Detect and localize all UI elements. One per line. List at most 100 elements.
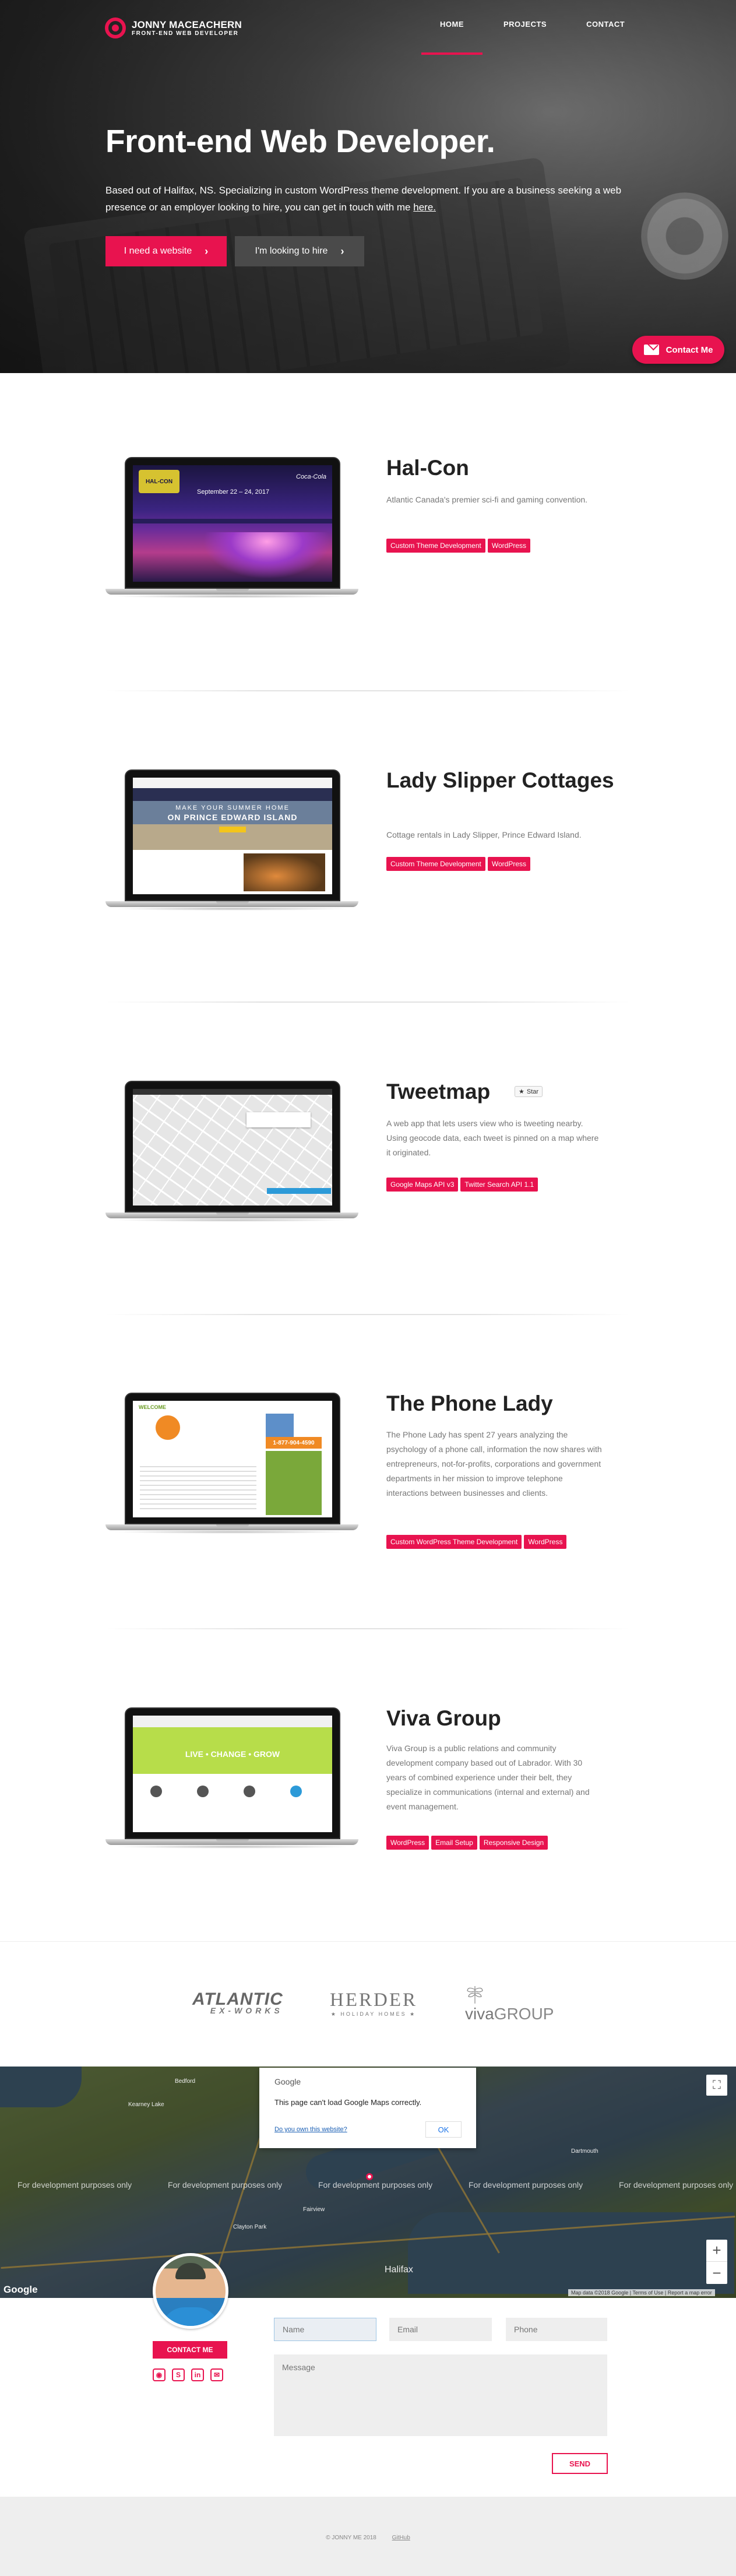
tag[interactable]: WordPress [386,1836,429,1850]
nav-home[interactable]: HOME [421,20,483,55]
place-label: Bedford [175,2078,196,2085]
fullscreen-button[interactable]: ⛶ [706,2075,727,2096]
project-tags: Custom WordPress Theme Development WordP… [386,1535,569,1549]
tag[interactable]: Custom Theme Development [386,857,485,871]
project-title: The Phone Lady [386,1391,553,1415]
dev-watermark: For development purposes only [168,2180,283,2190]
send-button[interactable]: SEND [552,2453,608,2474]
halcon-date: September 22 – 24, 2017 [197,489,270,495]
tag[interactable]: WordPress [487,857,530,871]
message-field[interactable] [274,2354,607,2436]
phone-brand: WELCOME [139,1404,166,1410]
nav-projects[interactable]: PROJECTS [503,20,547,29]
lady-slipper-screenshot: MAKE YOUR SUMMER HOME ON PRINCE EDWARD I… [133,778,332,894]
dragonfly-icon [467,1986,483,2004]
map-pin-icon[interactable] [366,2173,373,2180]
zoom-out-button[interactable]: − [706,2262,727,2284]
envelope-icon [643,345,659,355]
skype-icon[interactable]: S [172,2368,185,2381]
contact-fab-label: Contact Me [665,345,713,355]
site-footer: © JONNY ME 2018 GitHub [0,2497,736,2576]
email-icon[interactable]: ✉ [210,2368,223,2381]
hero-title: Front-end Web Developer. [105,123,495,159]
copyright: © JONNY ME 2018 [326,2535,376,2541]
need-website-button[interactable]: I need a website › [105,236,227,266]
map-dialog-message: This page can't load Google Maps correct… [274,2098,422,2107]
zoom-in-button[interactable]: + [706,2240,727,2262]
project-description: Viva Group is a public relations and com… [386,1744,590,1811]
contact-me-button[interactable]: CONTACT ME [153,2341,227,2359]
nav-contact[interactable]: CONTACT [586,20,625,29]
project-laptop-mockup[interactable]: WELCOME 1-877-904-4590 [105,1393,358,1534]
name-field[interactable] [274,2318,376,2341]
project-laptop-mockup[interactable]: LIVE • CHANGE • GROW [105,1707,358,1848]
hero-lead-link[interactable]: here. [413,202,436,213]
site-logo[interactable]: JONNY MACEACHERN FRONT-END WEB DEVELOPER [105,17,242,38]
github-star-button[interactable]: ★ Star [515,1086,543,1097]
project-title: Viva Group [386,1706,501,1730]
dev-watermark: For development purposes only [619,2180,734,2190]
map-error-dialog: Google This page can't load Google Maps … [259,2068,476,2148]
email-field[interactable] [389,2318,492,2341]
client-herder-sub: ★ HOLIDAY HOMES ★ [330,2011,417,2017]
dev-watermark: For development purposes only [469,2180,583,2190]
footer-text: © JONNY ME 2018 GitHub [0,2535,736,2541]
hero-lead-text: Based out of Halifax, NS. Specializing i… [105,185,622,213]
section-divider [105,1001,630,1003]
star-label: Star [526,1088,539,1095]
github-icon[interactable]: ◉ [153,2368,165,2381]
place-label: Clayton Park [233,2224,267,2230]
halcon-sponsor: Coca-Cola [296,473,326,480]
brand-tagline: FRONT-END WEB DEVELOPER [132,30,239,37]
section-divider [105,1314,630,1315]
project-tags: Custom Theme Development WordPress [386,857,533,871]
place-label: Halifax [385,2265,413,2275]
map-dialog-ok-button[interactable]: OK [425,2121,462,2138]
hero-lead: Based out of Halifax, NS. Specializing i… [105,182,630,216]
project-laptop-mockup[interactable]: MAKE YOUR SUMMER HOME ON PRINCE EDWARD I… [105,769,358,911]
looking-to-hire-button[interactable]: I'm looking to hire › [235,236,364,266]
tag[interactable]: Custom WordPress Theme Development [386,1535,522,1549]
client-logo-viva: vivaGROUP [465,1985,554,2023]
map-section[interactable]: Halifax Kearney Lake Clayton Park Bedfor… [0,2067,736,2298]
dev-watermark: For development purposes only [318,2180,433,2190]
tag[interactable]: Responsive Design [479,1836,548,1850]
github-link[interactable]: GitHub [392,2535,410,2541]
section-divider [105,1628,630,1629]
project-description: Atlantic Canada's premier sci-fi and gam… [386,495,588,504]
project-laptop-mockup[interactable]: HAL-CON September 22 – 24, 2017 Coca-Col… [105,457,358,598]
avatar [153,2253,228,2329]
viva-hero-text: LIVE • CHANGE • GROW [185,1749,280,1759]
brand-name: JONNY MACEACHERN [132,19,242,30]
project-title: Tweetmap [386,1080,491,1104]
phone-number: 1-877-904-4590 [266,1437,322,1449]
client-logo-herder: HERDER ★ HOLIDAY HOMES ★ [330,1990,417,2018]
tag[interactable]: Email Setup [431,1836,477,1850]
phone-lady-screenshot: WELCOME 1-877-904-4590 [133,1401,332,1517]
logo-text: JONNY MACEACHERN FRONT-END WEB DEVELOPER [132,19,242,37]
client-herder-name: HERDER [330,1990,417,2011]
need-website-label: I need a website [124,246,192,256]
project-title: Lady Slipper Cottages [386,768,614,792]
contact-me-fab[interactable]: Contact Me [632,336,724,364]
map-dialog-brand: Google [274,2077,301,2086]
place-label: Kearney Lake [128,2101,164,2108]
project-tags: Google Maps API v3 Twitter Search API 1.… [386,1178,540,1192]
map-dialog-link[interactable]: Do you own this website? [274,2126,347,2133]
project-title: Hal-Con [386,456,469,480]
project-laptop-mockup[interactable] [105,1081,358,1222]
tag[interactable]: Custom Theme Development [386,539,485,553]
tag[interactable]: WordPress [487,539,530,553]
project-tags: WordPress Email Setup Responsive Design [386,1836,550,1850]
tag[interactable]: Twitter Search API 1.1 [460,1178,538,1192]
dev-watermark: For development purposes only [17,2180,132,2190]
phone-field[interactable] [506,2318,607,2341]
linkedin-icon[interactable]: in [191,2368,204,2381]
map-attribution[interactable]: Map data ©2018 Google | Terms of Use | R… [568,2289,715,2296]
tag[interactable]: WordPress [524,1535,567,1549]
star-icon: ★ [519,1088,524,1095]
tag[interactable]: Google Maps API v3 [386,1178,459,1192]
viva-screenshot: LIVE • CHANGE • GROW [133,1716,332,1832]
logo-icon [105,17,126,38]
client-viva-sub: GROUP [494,2005,554,2023]
